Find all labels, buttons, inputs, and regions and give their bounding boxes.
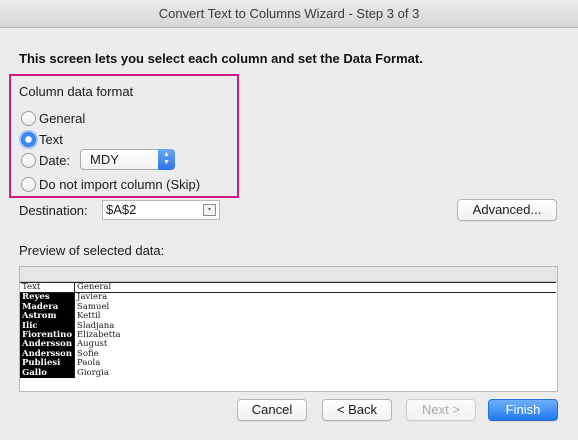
data-preview[interactable]: Text General Reyes Javiera Madera Samuel A… [19, 266, 558, 392]
next-button[interactable]: Next > [406, 399, 476, 421]
chevron-updown-icon[interactable]: ▲ ▼ [158, 149, 175, 170]
radio-general-button[interactable] [21, 110, 36, 126]
radio-skip-label[interactable]: Do not import column (Skip) [39, 177, 200, 192]
preview-cell[interactable]: Giorgia [75, 368, 556, 378]
finish-button[interactable]: Finish [488, 399, 558, 421]
preview-row: Andersson Sofie [20, 349, 556, 360]
preview-row: Madera Samuel [20, 302, 556, 313]
preview-label: Preview of selected data: [19, 243, 165, 258]
preview-header-row: Text General [20, 281, 556, 294]
preview-row: Andersson August [20, 340, 556, 350]
collapse-dialog-icon[interactable]: ▪ [203, 204, 216, 216]
radio-general-label[interactable]: General [39, 111, 85, 126]
destination-value: $A$2 [106, 202, 137, 217]
radio-date[interactable]: Date: [21, 150, 70, 170]
preview-cell[interactable]: Paola [75, 358, 556, 368]
preview-header-cell[interactable]: Text [20, 281, 76, 294]
radio-skip-button[interactable] [21, 176, 36, 192]
destination-field[interactable]: $A$2 ▪ [102, 200, 220, 220]
instruction-text: This screen lets you select each column … [19, 51, 423, 66]
window-title: Convert Text to Columns Wizard - Step 3 … [0, 0, 578, 28]
date-format-select[interactable]: MDY ▲ ▼ [80, 149, 175, 170]
preview-ruler [20, 267, 557, 282]
radio-date-button[interactable] [21, 152, 36, 168]
radio-text-label[interactable]: Text [39, 132, 63, 147]
preview-header-cell[interactable]: General [74, 281, 556, 294]
destination-label: Destination: [19, 203, 88, 218]
cancel-button[interactable]: Cancel [237, 399, 307, 421]
preview-table: Text General Reyes Javiera Madera Samuel A… [20, 281, 556, 379]
column-data-format-label: Column data format [19, 84, 134, 99]
preview-cell[interactable]: Sofie [75, 349, 556, 359]
radio-skip[interactable]: Do not import column (Skip) [21, 174, 200, 194]
radio-text[interactable]: Text [21, 129, 63, 149]
advanced-button[interactable]: Advanced... [457, 199, 557, 221]
preview-cell[interactable]: Sladjana [75, 321, 556, 331]
preview-cell[interactable]: Kettil [75, 311, 556, 321]
preview-cell[interactable]: August [75, 340, 556, 350]
radio-general[interactable]: General [21, 108, 85, 128]
preview-row: Gallo Giorgia [20, 368, 556, 379]
radio-text-button[interactable] [21, 131, 36, 147]
preview-cell[interactable]: Gallo [20, 368, 76, 379]
preview-cell[interactable]: Elizabetta [75, 330, 556, 340]
back-button[interactable]: < Back [322, 399, 392, 421]
preview-cell[interactable]: Javiera [75, 293, 556, 303]
preview-cell[interactable]: Samuel [75, 302, 556, 312]
date-format-value: MDY [90, 152, 119, 167]
radio-date-label[interactable]: Date: [39, 153, 70, 168]
